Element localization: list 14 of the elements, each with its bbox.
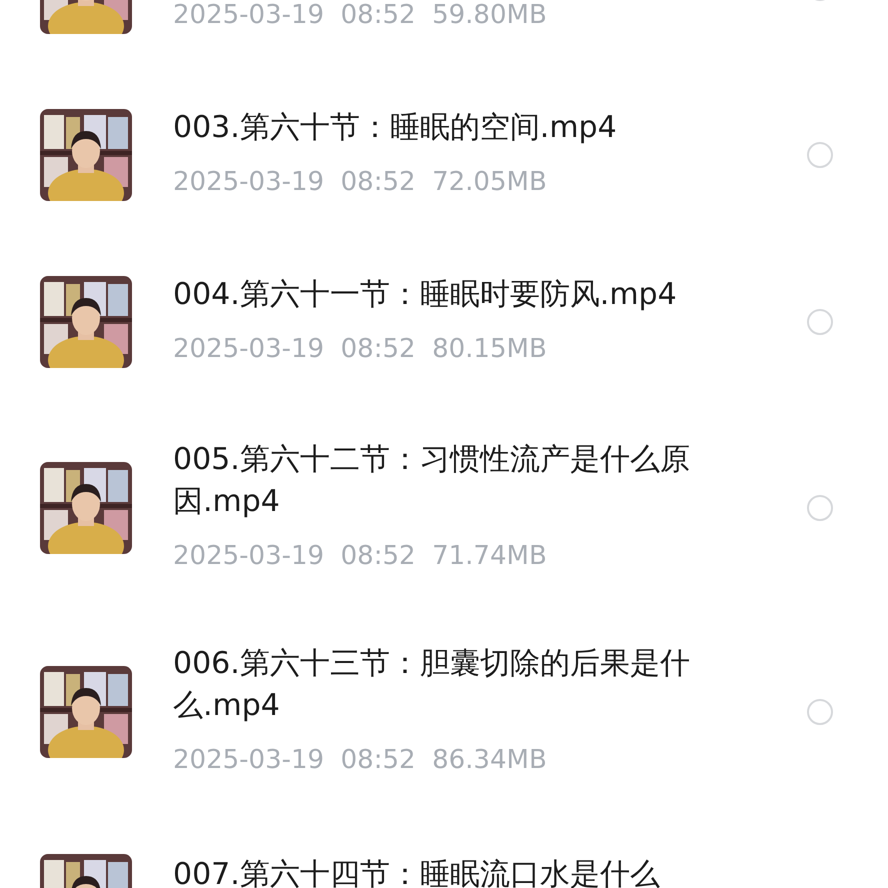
radio-button[interactable]	[807, 309, 833, 335]
file-info: 2025-03-19 08:52 72.05MB	[173, 166, 548, 199]
radio-button[interactable]	[807, 698, 833, 724]
file-info: 2025-03-19 08:52 86.34MB	[173, 744, 548, 776]
radio-button[interactable]	[807, 142, 833, 168]
file-info: 2025-03-19 08:52 71.74MB	[173, 540, 548, 572]
file-name: 005.第六十二节：习惯性流产是什么原因.mp4	[173, 440, 691, 520]
file-name: 007.第六十四节：睡眠流口水是什么	[173, 856, 661, 888]
file-name: 004.第六十一节：睡眠时要防风.mp4	[173, 276, 678, 314]
radio-button[interactable]	[807, 494, 833, 520]
file-info: 2025-03-19 08:52 80.15MB	[173, 333, 548, 366]
file-name: 006.第六十三节：胆囊切除的后果是什么.mp4	[173, 644, 691, 724]
file-name: 003.第六十节：睡眠的空间.mp4	[173, 109, 618, 147]
file-info: 2025-03-19 08:52 59.80MB	[173, 0, 548, 32]
